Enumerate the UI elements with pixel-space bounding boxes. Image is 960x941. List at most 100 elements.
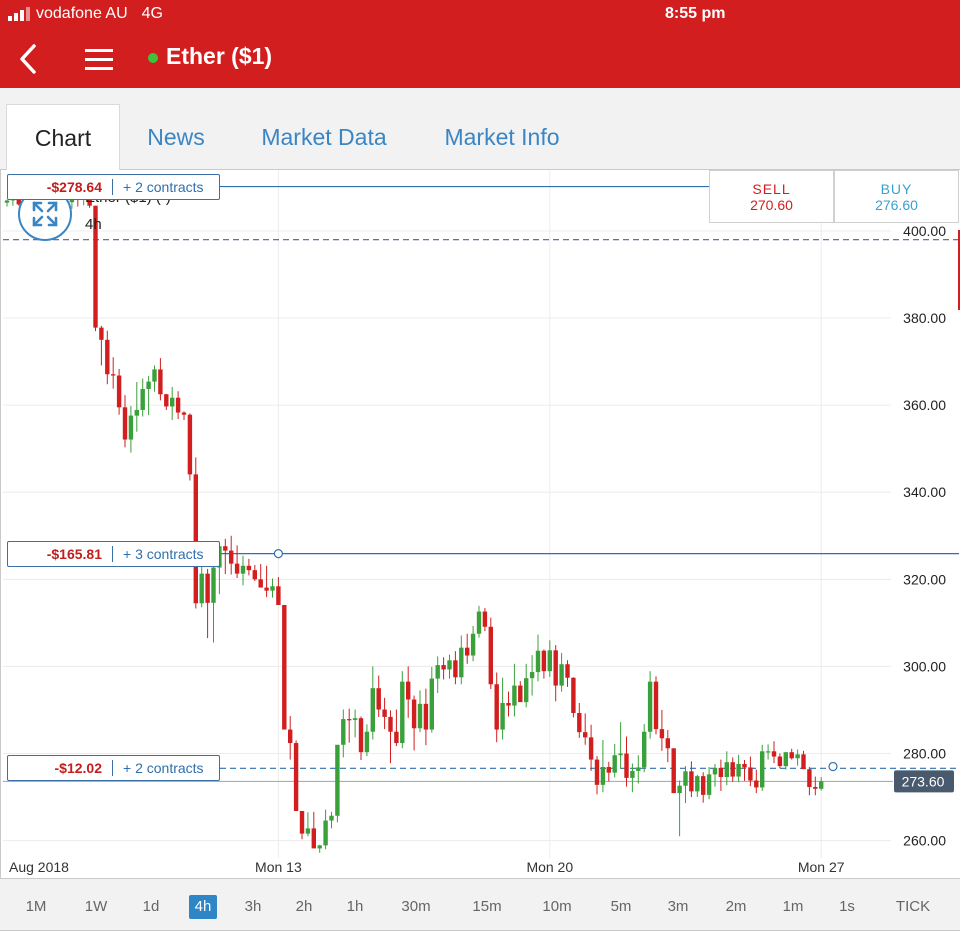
market-open-indicator <box>148 53 158 63</box>
timeframe-3m[interactable]: 3m <box>661 895 695 919</box>
position-entry-marker <box>828 761 838 772</box>
candle-body <box>411 699 417 729</box>
candle-body <box>305 828 311 834</box>
sell-button[interactable]: SELL 270.60 <box>709 170 834 223</box>
timeframe-tick[interactable]: TICK <box>890 895 936 919</box>
timeframe-1h[interactable]: 1h <box>340 895 370 919</box>
tab-chart[interactable]: Chart <box>6 104 120 170</box>
candle-body <box>706 774 712 795</box>
y-tick-label: 340.00 <box>903 484 946 500</box>
x-tick-label: Aug 2018 <box>9 859 69 875</box>
timeframe-1d[interactable]: 1d <box>134 895 168 919</box>
tab-market-info[interactable]: Market Info <box>432 104 572 170</box>
y-tick-label: 360.00 <box>903 397 946 413</box>
candle-body <box>624 753 629 778</box>
candle-body <box>701 776 706 795</box>
candle-body <box>264 587 269 591</box>
candle-body <box>282 605 287 730</box>
timeframe-1M[interactable]: 1M <box>16 895 56 919</box>
timeframe-1W[interactable]: 1W <box>76 895 116 919</box>
current-price-label: 273.60 <box>902 773 945 789</box>
y-tick-label: 260.00 <box>903 833 946 849</box>
candle-body <box>494 684 499 730</box>
candle-body <box>518 685 523 703</box>
x-tick-label: Mon 20 <box>526 859 573 875</box>
candle-body <box>807 769 812 788</box>
candle-body <box>146 381 151 390</box>
candle-body <box>813 787 818 789</box>
network-type: 4G <box>141 5 163 22</box>
y-tick-label: 400.00 <box>903 223 946 239</box>
position-marker[interactable]: -$278.64 + 2 contracts <box>7 173 220 200</box>
timeframe-30m[interactable]: 30m <box>396 895 436 919</box>
tab-news[interactable]: News <box>130 104 222 170</box>
x-tick-label: Mon 13 <box>255 859 302 875</box>
candle-body <box>724 762 729 778</box>
candle-body <box>406 681 411 700</box>
signal-icon <box>8 7 30 21</box>
timeframe-2h[interactable]: 2h <box>289 895 319 919</box>
candle-body <box>335 744 340 816</box>
timeframe-1m[interactable]: 1m <box>776 895 810 919</box>
candle-body <box>535 650 541 673</box>
bottom-toolbar <box>0 930 960 941</box>
candle-body <box>394 731 399 744</box>
candle-body <box>689 771 694 792</box>
candle-body <box>311 828 316 849</box>
candle-body <box>659 729 665 739</box>
buy-button[interactable]: BUY 276.60 <box>834 170 959 223</box>
candle-body <box>541 650 547 672</box>
candle-body <box>388 716 393 732</box>
candle-body <box>400 681 405 744</box>
chart-area[interactable]: 400.00 380.00 360.00 340.00 320.00 300.00 280.… <box>0 170 960 878</box>
candle-body <box>547 650 552 672</box>
buy-label: BUY <box>880 181 913 197</box>
timeframe-15m[interactable]: 15m <box>467 895 507 919</box>
candle-body <box>653 681 659 730</box>
candle-body <box>783 752 788 767</box>
candle-body <box>801 754 806 770</box>
candle-body <box>175 397 181 413</box>
tab-market-data[interactable]: Market Data <box>250 104 398 170</box>
candle-body <box>134 409 139 416</box>
timeframe-1s[interactable]: 1s <box>832 895 862 919</box>
status-time: 8:55 pm <box>665 5 726 22</box>
x-tick-label: Mon 27 <box>798 859 845 875</box>
candle-body <box>476 611 482 634</box>
candle-body <box>158 369 163 395</box>
candle-body <box>181 412 187 415</box>
timeframe-5m[interactable]: 5m <box>604 895 638 919</box>
carrier-name: vodafone AU <box>36 5 128 22</box>
candle-body <box>482 611 488 627</box>
position-marker[interactable]: -$165.81 + 3 contracts <box>7 540 220 567</box>
candle-body <box>765 751 771 753</box>
instrument-timeframe: 4h <box>85 216 102 233</box>
candle-body <box>199 573 204 604</box>
candle-body <box>116 375 122 408</box>
candle-body <box>105 339 110 375</box>
candle-body <box>347 719 352 721</box>
candle-body <box>500 702 505 730</box>
timeframe-2m[interactable]: 2m <box>719 895 753 919</box>
y-tick-label: 320.00 <box>903 571 946 587</box>
candle-body <box>777 756 783 767</box>
status-bar: vodafone AU 4G 8:55 pm <box>0 0 960 30</box>
candle-body <box>376 688 381 710</box>
chevron-left-icon[interactable] <box>14 42 44 76</box>
candle-body <box>111 374 116 376</box>
sell-price: 270.60 <box>750 197 793 213</box>
candle-body <box>600 766 606 785</box>
candle-body <box>352 718 358 720</box>
y-tick-label: 300.00 <box>903 658 946 674</box>
candle-body <box>647 681 653 732</box>
position-marker[interactable]: -$12.02 + 2 contracts <box>7 755 220 782</box>
candle-body <box>553 650 558 686</box>
timeframe-10m[interactable]: 10m <box>537 895 577 919</box>
candle-body <box>748 767 753 781</box>
timeframe-3h[interactable]: 3h <box>238 895 268 919</box>
candle-body <box>170 397 175 407</box>
candle-body <box>229 550 234 564</box>
timeframe-4h[interactable]: 4h <box>189 895 217 919</box>
candle-body <box>234 563 240 574</box>
hamburger-icon[interactable] <box>84 45 114 73</box>
